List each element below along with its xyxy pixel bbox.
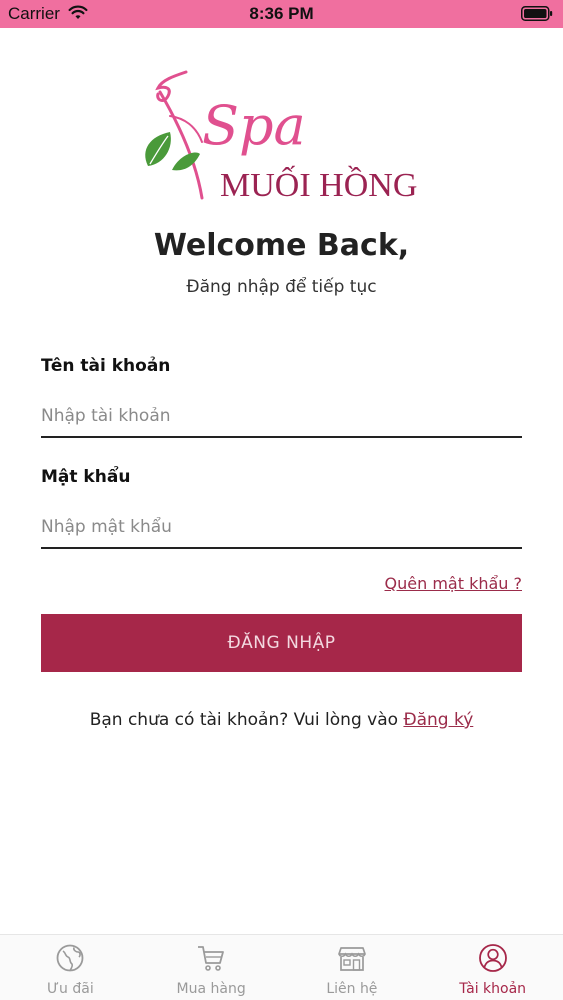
password-label: Mật khẩu bbox=[41, 467, 131, 487]
tab-offers[interactable]: Ưu đãi bbox=[0, 935, 141, 1000]
tab-account-label: Tài khoản bbox=[459, 981, 527, 997]
battery-icon bbox=[521, 6, 553, 25]
password-input[interactable] bbox=[41, 507, 522, 549]
status-bar: Carrier 8:36 PM bbox=[0, 0, 563, 28]
cart-icon bbox=[196, 943, 226, 977]
register-link[interactable]: Đăng ký bbox=[403, 710, 473, 730]
store-icon bbox=[337, 943, 367, 977]
clock: 8:36 PM bbox=[249, 4, 314, 23]
page-title: Welcome Back, bbox=[153, 228, 410, 263]
tab-shop[interactable]: Mua hàng bbox=[141, 935, 282, 1000]
forgot-password-link[interactable]: Quên mật khẩu ? bbox=[385, 574, 522, 593]
tab-bar: Ưu đãi Mua hàng Liên hệ Tài khoản bbox=[0, 934, 563, 1000]
svg-text:MUỐI HỒNG: MUỐI HỒNG bbox=[220, 165, 417, 204]
globe-icon bbox=[55, 943, 85, 977]
login-button[interactable]: ĐĂNG NHẬP bbox=[41, 614, 522, 672]
tab-contact-label: Liên hệ bbox=[326, 981, 378, 997]
user-icon bbox=[478, 943, 508, 977]
tab-offers-label: Ưu đãi bbox=[47, 981, 94, 997]
register-prompt: Bạn chưa có tài khoản? Vui lòng vào Đăng… bbox=[0, 710, 563, 730]
page-subtitle: Đăng nhập để tiếp tục bbox=[186, 277, 377, 297]
username-input[interactable] bbox=[41, 396, 522, 438]
tab-shop-label: Mua hàng bbox=[176, 981, 246, 997]
register-prompt-text: Bạn chưa có tài khoản? Vui lòng vào bbox=[89, 710, 404, 730]
tab-account[interactable]: Tài khoản bbox=[422, 935, 563, 1000]
username-label: Tên tài khoản bbox=[41, 356, 171, 376]
tab-contact[interactable]: Liên hệ bbox=[282, 935, 423, 1000]
brand-logo: Spa MUỐI HỒNG bbox=[140, 66, 430, 206]
svg-text:Spa: Spa bbox=[202, 94, 306, 157]
